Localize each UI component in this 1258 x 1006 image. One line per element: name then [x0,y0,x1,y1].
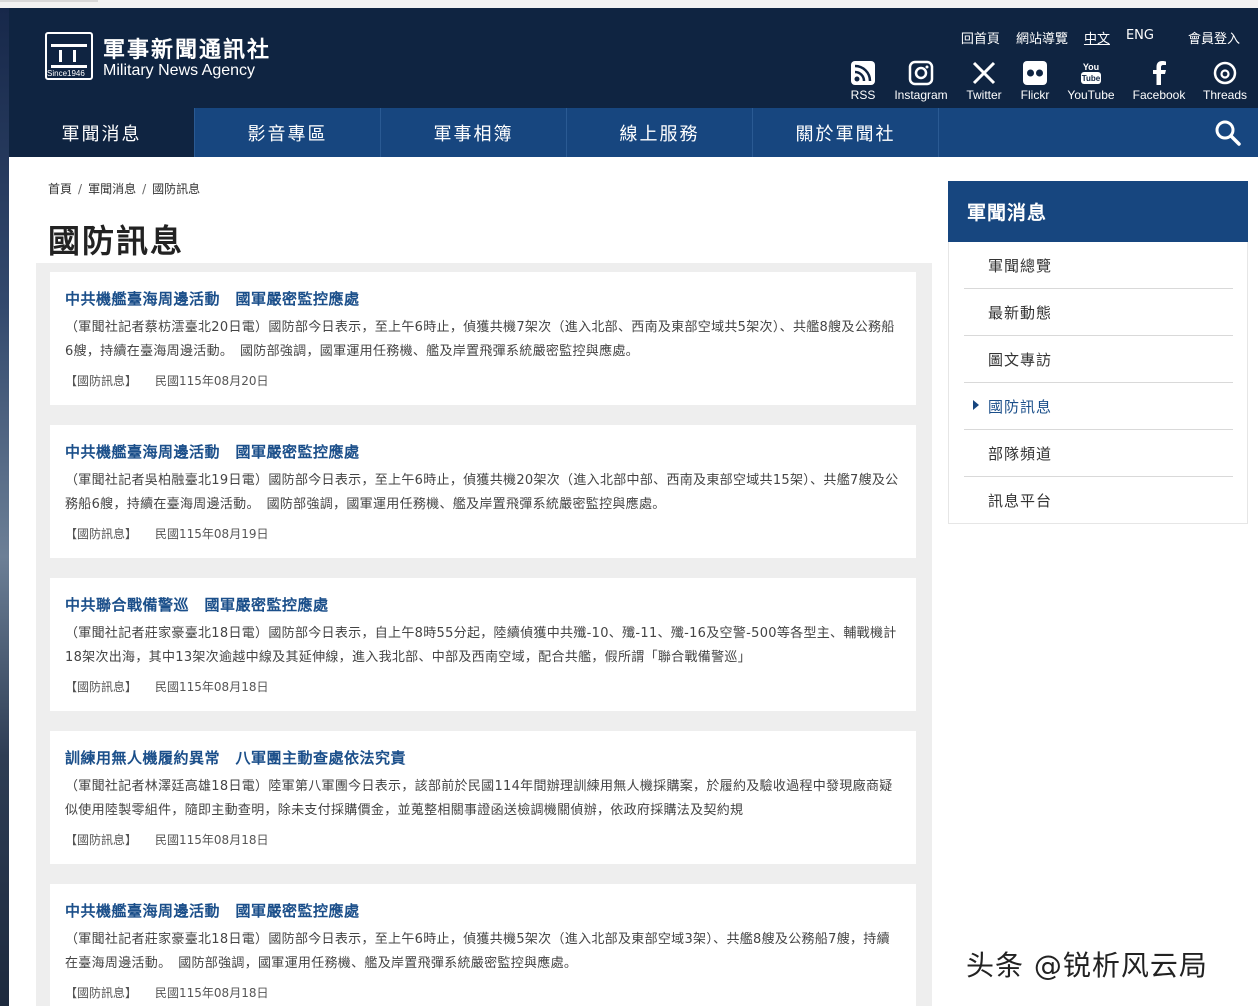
social-facebook[interactable]: Facebook [1129,60,1189,102]
member-login-link[interactable]: 會員登入 [1188,28,1240,47]
article-category: 【國防訊息】 [65,527,138,541]
social-threads[interactable]: Threads [1197,60,1253,102]
nav-item-news[interactable]: 軍聞消息 [9,108,195,157]
breadcrumb: 首頁 / 軍聞消息 / 國防訊息 [48,182,201,196]
x-twitter-icon [972,61,996,85]
article-meta: 【國防訊息】 民國115年08月18日 [65,984,268,1001]
sidebar-item-latest[interactable]: 最新動態 [964,289,1233,336]
sidebar-item-label: 部隊頻道 [988,445,1053,463]
article-summary: （軍聞社記者吳柏融臺北19日電）國防部今日表示，至上午6時止，偵獲共機20架次（… [65,473,899,512]
social-instagram[interactable]: Instagram [891,60,951,102]
logo-title-zh: 軍事新聞通訊社 [103,38,272,63]
article-summary: （軍聞社記者林澤廷高雄18日電）陸軍第八軍團今日表示，該部前於民國114年間辦理… [65,779,893,818]
browser-top-strip [0,0,1258,8]
article-title-link[interactable]: 訓練用無人機履約異常 八軍團主動查處依法究責 [65,747,406,768]
svg-text:You: You [1083,62,1099,72]
breadcrumb-news[interactable]: 軍聞消息 [88,182,136,196]
sidebar-title: 軍聞消息 [948,181,1248,242]
sidebar-item-interviews[interactable]: 圖文專訪 [964,336,1233,383]
site-logo[interactable]: Since1946 軍事新聞通訊社 Military News Agency [45,30,285,86]
article-card: 訓練用無人機履約異常 八軍團主動查處依法究責 （軍聞社記者林澤廷高雄18日電）陸… [50,731,916,864]
breadcrumb-current: 國防訊息 [152,182,201,196]
sidebar-item-defense-info[interactable]: 國防訊息 [964,383,1233,430]
sidebar-item-message-platform[interactable]: 訊息平台 [964,477,1233,524]
nav-item-services[interactable]: 線上服務 [567,108,753,157]
article-title-link[interactable]: 中共機艦臺海周邊活動 國軍嚴密監控應處 [65,900,360,921]
social-label: Flickr [1020,88,1050,102]
sidebar-item-label: 圖文專訪 [988,351,1053,369]
social-label: Instagram [894,88,948,102]
article-card: 中共機艦臺海周邊活動 國軍嚴密監控應處 （軍聞社記者莊家豪臺北18日電）國防部今… [50,884,916,1006]
article-summary: （軍聞社記者莊家豪臺北18日電）國防部今日表示，自上午8時55分起，陸續偵獲中共… [65,626,897,665]
youtube-icon: You Tube [1081,62,1101,84]
article-title-link[interactable]: 中共機艦臺海周邊活動 國軍嚴密監控應處 [65,441,360,462]
social-links: RSS Instagram Twitter Flickr You Tube Yo… [837,60,1253,104]
sidebar-menu: 軍聞總覽 最新動態 圖文專訪 國防訊息 部隊頻道 訊息平台 [948,242,1248,524]
article-date: 民國115年08月18日 [155,986,269,1000]
sidebar-item-label: 軍聞總覽 [988,257,1053,275]
watermark: 头条 @锐析风云局 [966,949,1208,982]
top-links: 回首頁 網站導覽 中文 ENG 會員登入 [945,28,1240,47]
article-date: 民國115年08月20日 [155,374,269,388]
article-card: 中共機艦臺海周邊活動 國軍嚴密監控應處 （軍聞社記者吳柏融臺北19日電）國防部今… [50,425,916,558]
social-label: Facebook [1132,88,1186,102]
article-meta: 【國防訊息】 民國115年08月18日 [65,831,268,848]
social-rss[interactable]: RSS [845,60,881,102]
flickr-icon [1023,61,1047,85]
article-title-link[interactable]: 中共聯合戰備警巡 國軍嚴密監控應處 [65,594,329,615]
rss-icon [851,61,875,85]
article-date: 民國115年08月18日 [155,833,269,847]
social-label: Twitter [966,88,1002,102]
facebook-icon [1153,61,1166,85]
article-card: 中共機艦臺海周邊活動 國軍嚴密監控應處 （軍聞社記者蔡枋澐臺北20日電）國防部今… [50,272,916,405]
article-summary: （軍聞社記者莊家豪臺北18日電）國防部今日表示，至上午6時止，偵獲共機5架次（進… [65,932,890,971]
main-nav: 軍聞消息 影音專區 軍事相簿 線上服務 關於軍聞社 [9,108,1258,157]
lang-en-link[interactable]: ENG [1126,28,1154,47]
social-label: RSS [850,88,876,102]
sidebar-item-unit-channel[interactable]: 部隊頻道 [964,430,1233,477]
tab-line [0,0,98,2]
caret-right-icon [973,400,979,410]
nav-item-album[interactable]: 軍事相簿 [381,108,567,157]
lang-zh-link[interactable]: 中文 [1084,28,1110,47]
article-meta: 【國防訊息】 民國115年08月19日 [65,525,268,542]
logo-since: Since1946 [47,69,85,78]
sidebar-item-label: 最新動態 [988,304,1053,322]
sidebar-item-overview[interactable]: 軍聞總覽 [964,242,1233,289]
article-meta: 【國防訊息】 民國115年08月20日 [65,372,268,389]
article-title-link[interactable]: 中共機艦臺海周邊活動 國軍嚴密監控應處 [65,288,360,309]
sidebar-item-label: 訊息平台 [988,492,1053,510]
logo-title-en: Military News Agency [103,62,256,79]
social-label: YouTube [1067,88,1115,102]
threads-icon [1213,61,1237,85]
social-twitter[interactable]: Twitter [959,60,1009,102]
sidebar-item-label: 國防訊息 [988,398,1053,416]
article-category: 【國防訊息】 [65,374,138,388]
article-category: 【國防訊息】 [65,833,138,847]
article-category: 【國防訊息】 [65,680,138,694]
article-meta: 【國防訊息】 民國115年08月18日 [65,678,268,695]
article-category: 【國防訊息】 [65,986,138,1000]
nav-item-about[interactable]: 關於軍聞社 [753,108,939,157]
article-summary: （軍聞社記者蔡枋澐臺北20日電）國防部今日表示，至上午6時止，偵獲共機7架次（進… [65,320,895,359]
home-link[interactable]: 回首頁 [961,28,1000,47]
sitemap-link[interactable]: 網站導覽 [1016,28,1068,47]
nav-item-media[interactable]: 影音專區 [195,108,381,157]
article-date: 民國115年08月19日 [155,527,269,541]
search-icon[interactable] [1214,119,1242,147]
article-date: 民國115年08月18日 [155,680,269,694]
social-label: Threads [1202,88,1248,102]
article-card: 中共聯合戰備警巡 國軍嚴密監控應處 （軍聞社記者莊家豪臺北18日電）國防部今日表… [50,578,916,711]
site-header: Since1946 軍事新聞通訊社 Military News Agency 回… [9,8,1258,108]
instagram-icon [908,60,934,86]
breadcrumb-home[interactable]: 首頁 [48,182,72,196]
social-flickr[interactable]: Flickr [1017,60,1053,102]
svg-text:Tube: Tube [1082,74,1101,83]
left-background-edge [0,8,9,1006]
page-title: 國防訊息 [48,222,185,260]
social-youtube[interactable]: You Tube YouTube [1063,60,1119,102]
